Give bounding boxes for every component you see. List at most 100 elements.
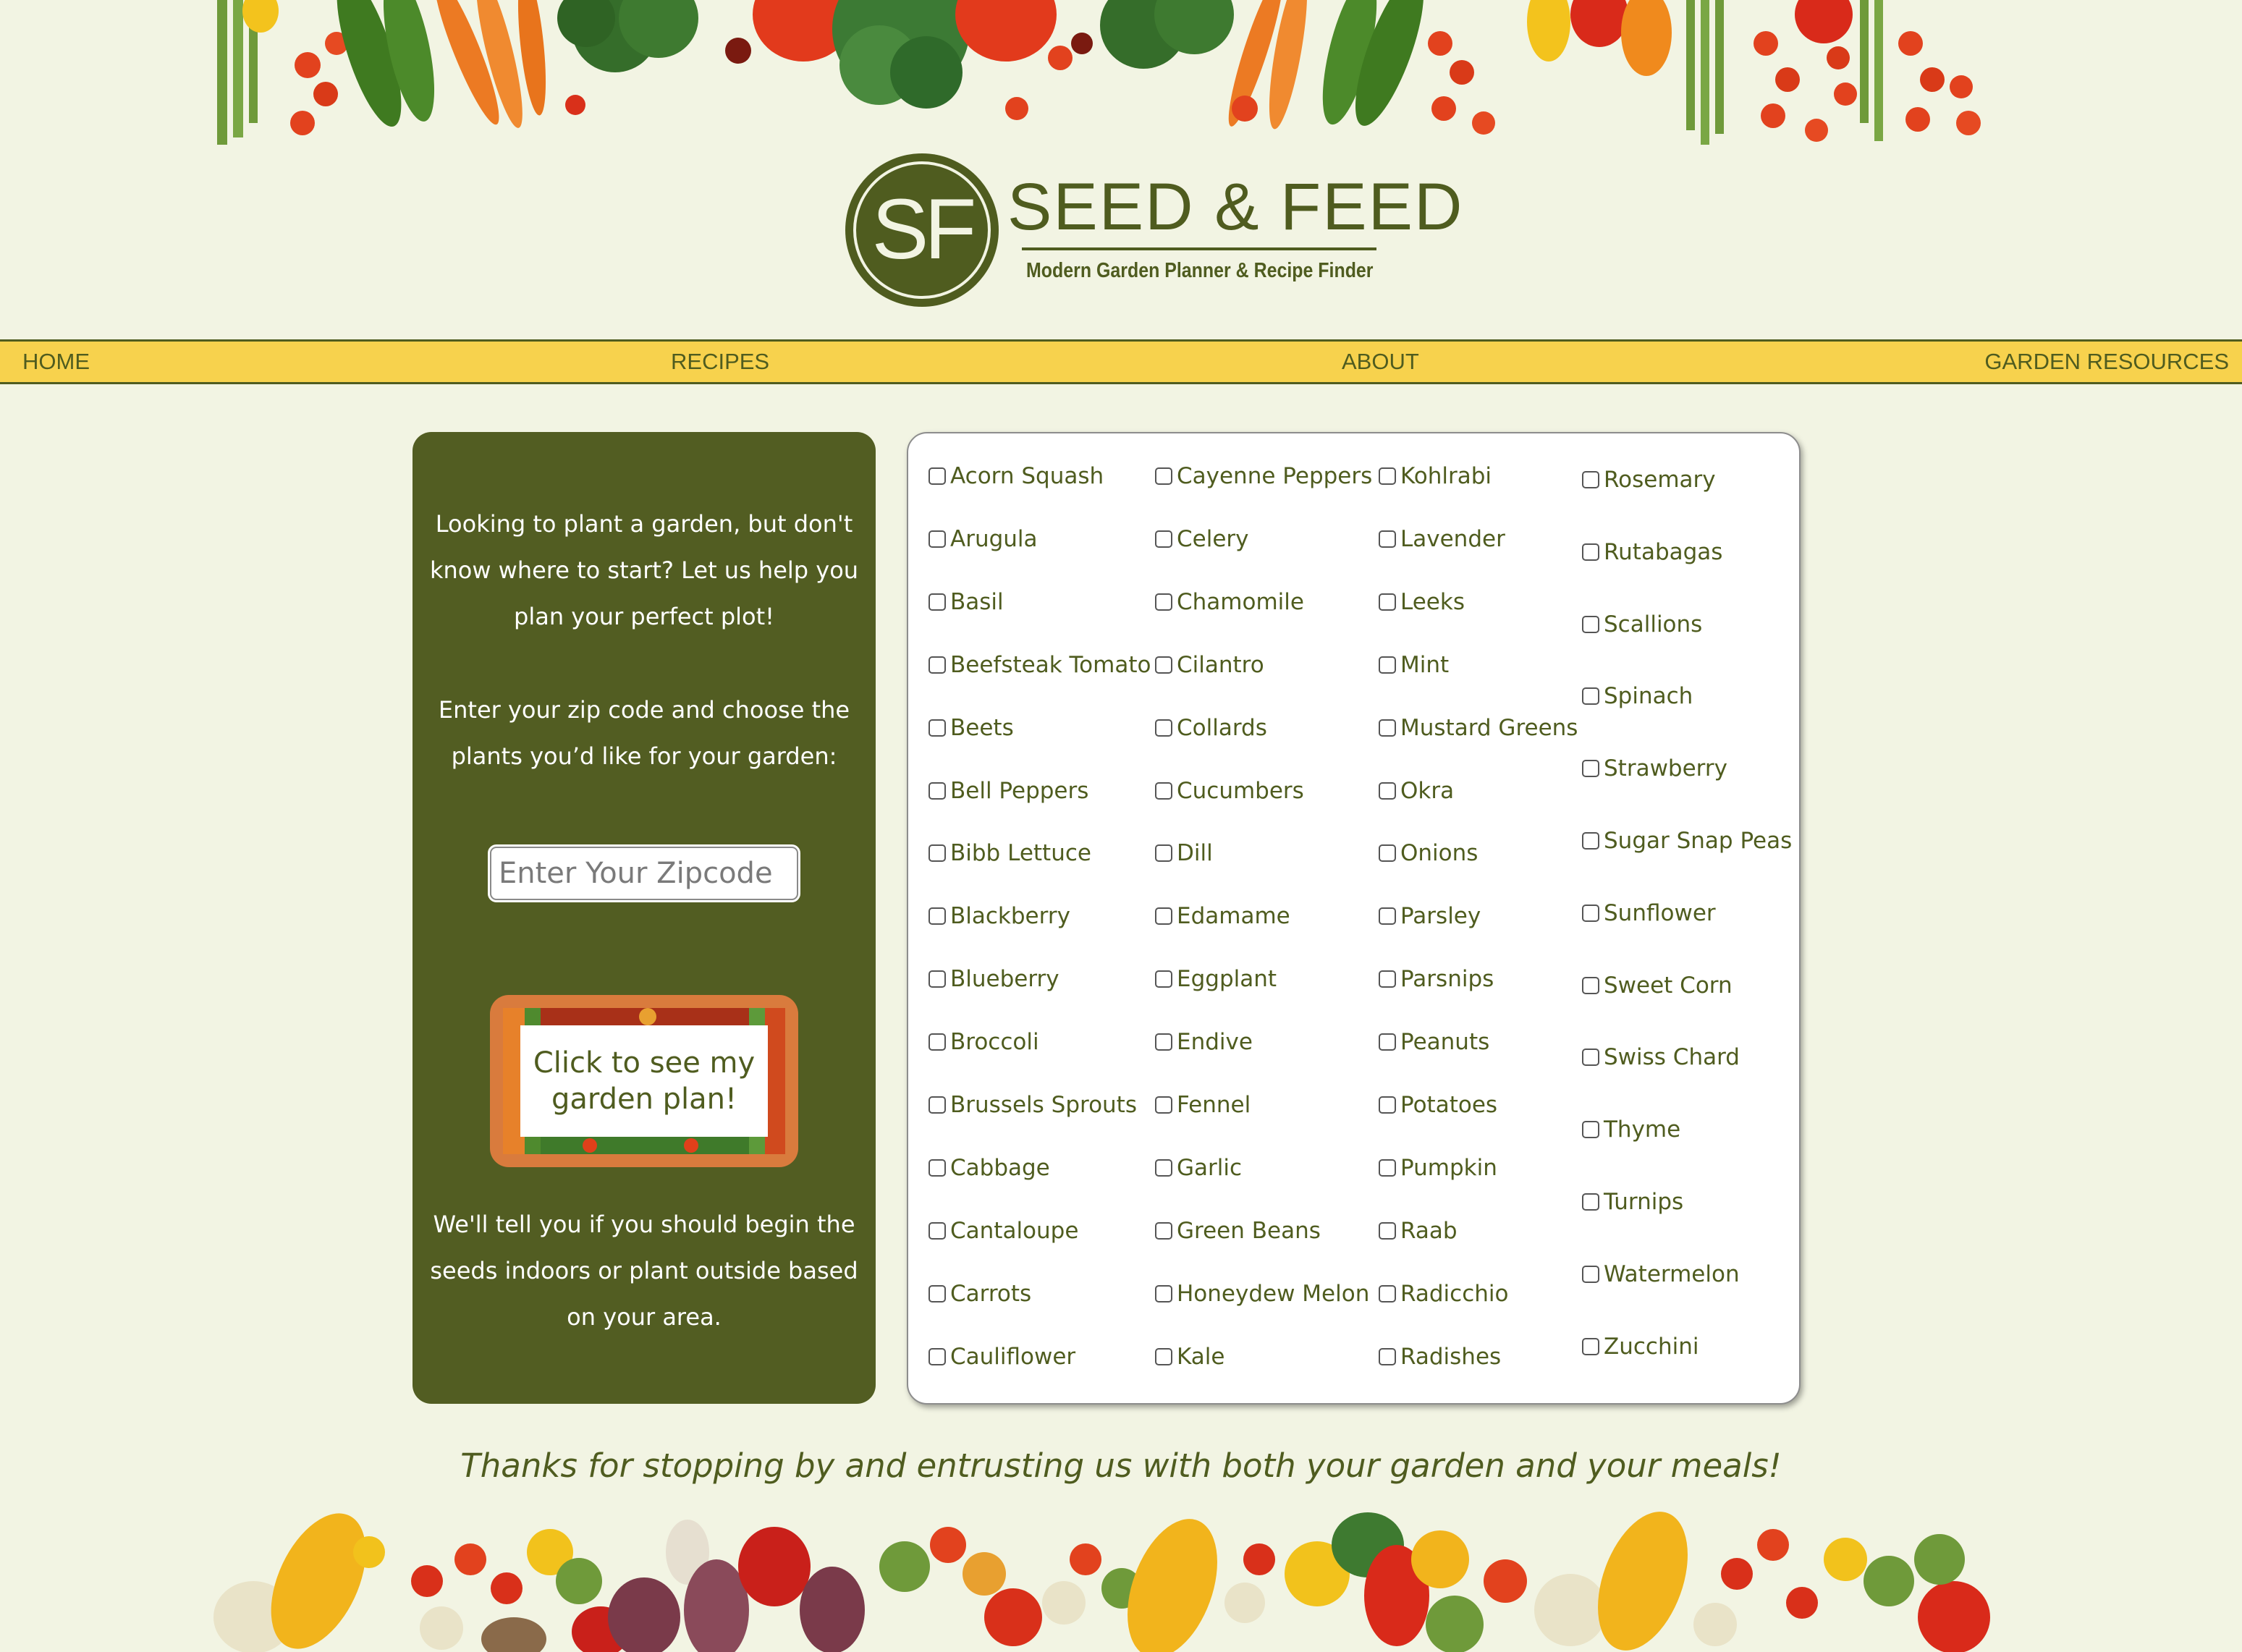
checkbox[interactable] bbox=[1582, 760, 1599, 778]
plant-checkbox-item[interactable]: Swiss Chard bbox=[1582, 1043, 1740, 1072]
checkbox[interactable] bbox=[1155, 530, 1172, 548]
plant-checkbox-item[interactable]: Endive bbox=[1155, 1028, 1253, 1056]
plant-checkbox-item[interactable]: Blueberry bbox=[928, 965, 1059, 994]
checkbox[interactable] bbox=[1155, 1221, 1172, 1240]
plant-checkbox-item[interactable]: Thyme bbox=[1582, 1115, 1680, 1144]
checkbox[interactable] bbox=[1379, 467, 1396, 485]
checkbox[interactable] bbox=[1582, 543, 1599, 561]
plant-checkbox-item[interactable]: Rosemary bbox=[1582, 465, 1716, 494]
plant-checkbox-item[interactable]: Basil bbox=[928, 588, 1004, 617]
checkbox[interactable] bbox=[1155, 781, 1172, 800]
checkbox[interactable] bbox=[1582, 1049, 1599, 1067]
checkbox[interactable] bbox=[1379, 593, 1396, 611]
checkbox[interactable] bbox=[1379, 1158, 1396, 1177]
checkbox[interactable] bbox=[928, 1347, 946, 1365]
checkbox[interactable] bbox=[928, 1284, 946, 1302]
plant-checkbox-item[interactable]: Rutabagas bbox=[1582, 538, 1722, 567]
checkbox[interactable] bbox=[1379, 530, 1396, 548]
checkbox[interactable] bbox=[928, 719, 946, 737]
checkbox[interactable] bbox=[1155, 1158, 1172, 1177]
checkbox[interactable] bbox=[1582, 1337, 1599, 1355]
plant-checkbox-item[interactable]: Edamame bbox=[1155, 902, 1290, 931]
checkbox[interactable] bbox=[928, 593, 946, 611]
checkbox[interactable] bbox=[1379, 1033, 1396, 1051]
plant-checkbox-item[interactable]: Cabbage bbox=[928, 1153, 1050, 1182]
checkbox[interactable] bbox=[1155, 1347, 1172, 1365]
plant-checkbox-item[interactable]: Blackberry bbox=[928, 902, 1070, 931]
plant-checkbox-item[interactable]: Watermelon bbox=[1582, 1260, 1740, 1289]
plant-checkbox-item[interactable]: Green Beans bbox=[1155, 1216, 1321, 1245]
plant-checkbox-item[interactable]: Spinach bbox=[1582, 682, 1693, 711]
plant-checkbox-item[interactable]: Beets bbox=[928, 713, 1014, 742]
checkbox[interactable] bbox=[928, 1096, 946, 1114]
plant-checkbox-item[interactable]: Peanuts bbox=[1379, 1028, 1489, 1056]
plant-checkbox-item[interactable]: Radishes bbox=[1379, 1342, 1501, 1371]
zipcode-input[interactable] bbox=[488, 844, 800, 902]
checkbox[interactable] bbox=[1582, 471, 1599, 488]
checkbox[interactable] bbox=[1155, 844, 1172, 863]
plant-checkbox-item[interactable]: Bell Peppers bbox=[928, 776, 1088, 805]
nav-link-recipes[interactable]: RECIPES bbox=[671, 342, 769, 382]
plant-checkbox-item[interactable]: Turnips bbox=[1582, 1187, 1683, 1216]
plant-checkbox-item[interactable]: Kale bbox=[1155, 1342, 1224, 1371]
plant-checkbox-item[interactable]: Acorn Squash bbox=[928, 462, 1104, 491]
checkbox[interactable] bbox=[1582, 1193, 1599, 1211]
checkbox[interactable] bbox=[1155, 1033, 1172, 1051]
plant-checkbox-item[interactable]: Scallions bbox=[1582, 610, 1702, 639]
checkbox[interactable] bbox=[1582, 976, 1599, 994]
checkbox[interactable] bbox=[928, 781, 946, 800]
nav-link-home[interactable]: HOME bbox=[22, 342, 90, 382]
plant-checkbox-item[interactable]: Leeks bbox=[1379, 588, 1465, 617]
plant-checkbox-item[interactable]: Bibb Lettuce bbox=[928, 839, 1091, 868]
checkbox[interactable] bbox=[1582, 1265, 1599, 1283]
checkbox[interactable] bbox=[928, 1158, 946, 1177]
checkbox[interactable] bbox=[1379, 1221, 1396, 1240]
checkbox[interactable] bbox=[928, 844, 946, 863]
plant-checkbox-item[interactable]: Onions bbox=[1379, 839, 1478, 868]
checkbox[interactable] bbox=[928, 1033, 946, 1051]
checkbox[interactable] bbox=[1379, 970, 1396, 988]
checkbox[interactable] bbox=[1379, 781, 1396, 800]
checkbox[interactable] bbox=[1379, 844, 1396, 863]
plant-checkbox-item[interactable]: Arugula bbox=[928, 525, 1038, 554]
plant-checkbox-item[interactable]: Brussels Sprouts bbox=[928, 1090, 1137, 1119]
checkbox[interactable] bbox=[1379, 719, 1396, 737]
plant-checkbox-item[interactable]: Dill bbox=[1155, 839, 1213, 868]
nav-link-garden-resources[interactable]: GARDEN RESOURCES bbox=[1984, 342, 2229, 382]
plant-checkbox-item[interactable]: Raab bbox=[1379, 1216, 1458, 1245]
plant-checkbox-item[interactable]: Strawberry bbox=[1582, 754, 1727, 783]
checkbox[interactable] bbox=[928, 907, 946, 925]
plant-checkbox-item[interactable]: Okra bbox=[1379, 776, 1454, 805]
checkbox[interactable] bbox=[928, 467, 946, 485]
plant-checkbox-item[interactable]: Cucumbers bbox=[1155, 776, 1304, 805]
plant-checkbox-item[interactable]: Eggplant bbox=[1155, 965, 1277, 994]
plant-checkbox-item[interactable]: Sunflower bbox=[1582, 899, 1716, 928]
plant-checkbox-item[interactable]: Chamomile bbox=[1155, 588, 1304, 617]
checkbox[interactable] bbox=[1379, 1284, 1396, 1302]
plant-checkbox-item[interactable]: Parsnips bbox=[1379, 965, 1494, 994]
checkbox[interactable] bbox=[1582, 832, 1599, 850]
plant-checkbox-item[interactable]: Mustard Greens bbox=[1379, 713, 1578, 742]
nav-link-about[interactable]: ABOUT bbox=[1342, 342, 1419, 382]
checkbox[interactable] bbox=[928, 530, 946, 548]
checkbox[interactable] bbox=[1379, 656, 1396, 674]
checkbox[interactable] bbox=[1155, 970, 1172, 988]
checkbox[interactable] bbox=[1379, 1347, 1396, 1365]
plant-checkbox-item[interactable]: Kohlrabi bbox=[1379, 462, 1492, 491]
plant-checkbox-item[interactable]: Cauliflower bbox=[928, 1342, 1075, 1371]
checkbox[interactable] bbox=[1155, 1096, 1172, 1114]
plant-checkbox-item[interactable]: Mint bbox=[1379, 651, 1449, 679]
plant-checkbox-item[interactable]: Zucchini bbox=[1582, 1332, 1699, 1361]
checkbox[interactable] bbox=[928, 970, 946, 988]
plant-checkbox-item[interactable]: Broccoli bbox=[928, 1028, 1039, 1056]
plant-checkbox-item[interactable]: Lavender bbox=[1379, 525, 1505, 554]
plant-checkbox-item[interactable]: Collards bbox=[1155, 713, 1267, 742]
plant-checkbox-item[interactable]: Pumpkin bbox=[1379, 1153, 1497, 1182]
plant-checkbox-item[interactable]: Beefsteak Tomato bbox=[928, 651, 1151, 679]
checkbox[interactable] bbox=[928, 1221, 946, 1240]
plant-checkbox-item[interactable]: Cayenne Peppers bbox=[1155, 462, 1372, 491]
plant-checkbox-item[interactable]: Sugar Snap Peas bbox=[1582, 826, 1792, 855]
plant-checkbox-item[interactable]: Cilantro bbox=[1155, 651, 1264, 679]
checkbox[interactable] bbox=[928, 656, 946, 674]
plant-checkbox-item[interactable]: Celery bbox=[1155, 525, 1249, 554]
